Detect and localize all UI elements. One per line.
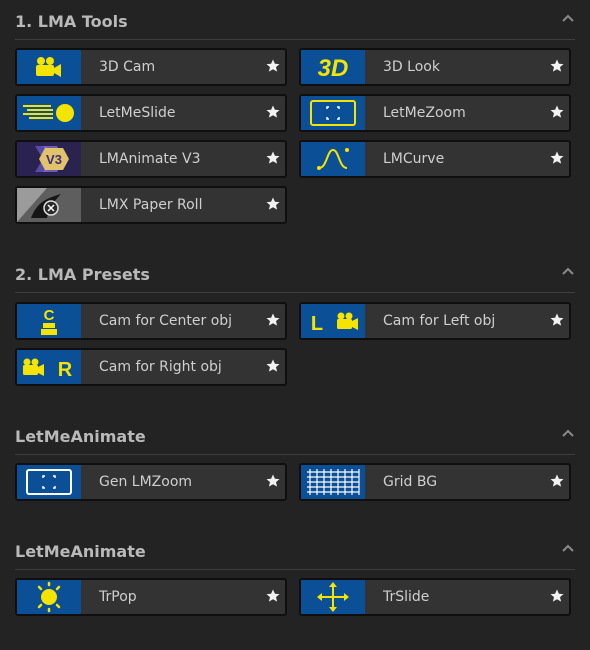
tool-item-lmanimate-v3[interactable]: V3 LMAnimate V3 [15, 140, 287, 178]
star-icon[interactable] [265, 588, 281, 604]
section-title: 2. LMA Presets [15, 265, 150, 284]
star-icon[interactable] [265, 312, 281, 328]
3d-text-icon: 3D [301, 50, 365, 84]
svg-text:V3: V3 [46, 152, 62, 167]
anim-item-trpop[interactable]: TrPop [15, 578, 287, 616]
v3-logo-icon: V3 [17, 142, 81, 176]
camera-icon [17, 50, 81, 84]
section-title: 1. LMA Tools [15, 12, 128, 31]
star-icon[interactable] [265, 358, 281, 374]
section-title: LetMeAnimate [15, 542, 146, 561]
item-label: LetMeSlide [99, 105, 176, 121]
anim-item-gen-lmzoom[interactable]: Gen LMZoom [15, 463, 287, 501]
item-label: TrSlide [383, 589, 430, 605]
tool-item-letmeslide[interactable]: LetMeSlide [15, 94, 287, 132]
star-icon[interactable] [549, 150, 565, 166]
chevron-up-icon[interactable] [561, 266, 575, 276]
star-icon[interactable] [549, 58, 565, 74]
star-icon[interactable] [549, 104, 565, 120]
star-icon[interactable] [265, 58, 281, 74]
section-header: 2. LMA Presets [15, 256, 575, 293]
star-icon[interactable] [265, 104, 281, 120]
section-header: 1. LMA Tools [15, 3, 575, 40]
star-icon[interactable] [549, 588, 565, 604]
tool-item-3d-cam[interactable]: 3D Cam [15, 48, 287, 86]
item-label: LMCurve [383, 151, 445, 167]
chevron-up-icon[interactable] [561, 428, 575, 438]
grid-icon [301, 465, 365, 499]
star-icon[interactable] [549, 473, 565, 489]
star-icon[interactable] [549, 312, 565, 328]
slide-icon [17, 96, 81, 130]
item-label: Gen LMZoom [99, 474, 193, 490]
left-cam-icon: L [301, 304, 365, 338]
item-label: 3D Cam [99, 59, 156, 75]
item-label: TrPop [99, 589, 137, 605]
tool-item-lmx-paper-roll[interactable]: LMX Paper Roll [15, 186, 287, 224]
tool-item-3d-look[interactable]: 3D 3D Look [299, 48, 571, 86]
item-label: Cam for Center obj [99, 313, 233, 329]
preset-item-right[interactable]: R Cam for Right obj [15, 348, 287, 386]
item-label: Grid BG [383, 474, 438, 490]
right-cam-icon: R [17, 350, 81, 384]
star-icon[interactable] [265, 150, 281, 166]
section-header: LetMeAnimate [15, 418, 575, 455]
preset-item-left[interactable]: L Cam for Left obj [299, 302, 571, 340]
svg-text:C: C [44, 307, 55, 324]
item-label: Cam for Left obj [383, 313, 496, 329]
item-label: LetMeZoom [383, 105, 466, 121]
zoom-frame-icon [301, 96, 365, 130]
zoom-frame-icon [17, 465, 81, 499]
item-label: 3D Look [383, 59, 440, 75]
svg-text:R: R [58, 359, 73, 381]
item-label: Cam for Right obj [99, 359, 222, 375]
tool-item-letmezoom[interactable]: LetMeZoom [299, 94, 571, 132]
move-arrows-icon [301, 580, 365, 614]
chevron-up-icon[interactable] [561, 543, 575, 553]
paper-roll-icon [17, 188, 81, 222]
tool-item-lmcurve[interactable]: LMCurve [299, 140, 571, 178]
section-title: LetMeAnimate [15, 427, 146, 446]
chevron-up-icon[interactable] [561, 13, 575, 23]
star-icon[interactable] [265, 473, 281, 489]
preset-item-center[interactable]: C Cam for Center obj [15, 302, 287, 340]
star-icon[interactable] [265, 196, 281, 212]
item-label: LMX Paper Roll [99, 197, 203, 213]
center-cam-icon: C [17, 304, 81, 338]
section-header: LetMeAnimate [15, 533, 575, 570]
anim-item-grid-bg[interactable]: Grid BG [299, 463, 571, 501]
svg-text:L: L [311, 313, 323, 335]
anim-item-trslide[interactable]: TrSlide [299, 578, 571, 616]
svg-text:3D: 3D [318, 55, 349, 82]
curve-icon [301, 142, 365, 176]
pop-icon [17, 580, 81, 614]
item-label: LMAnimate V3 [99, 151, 201, 167]
